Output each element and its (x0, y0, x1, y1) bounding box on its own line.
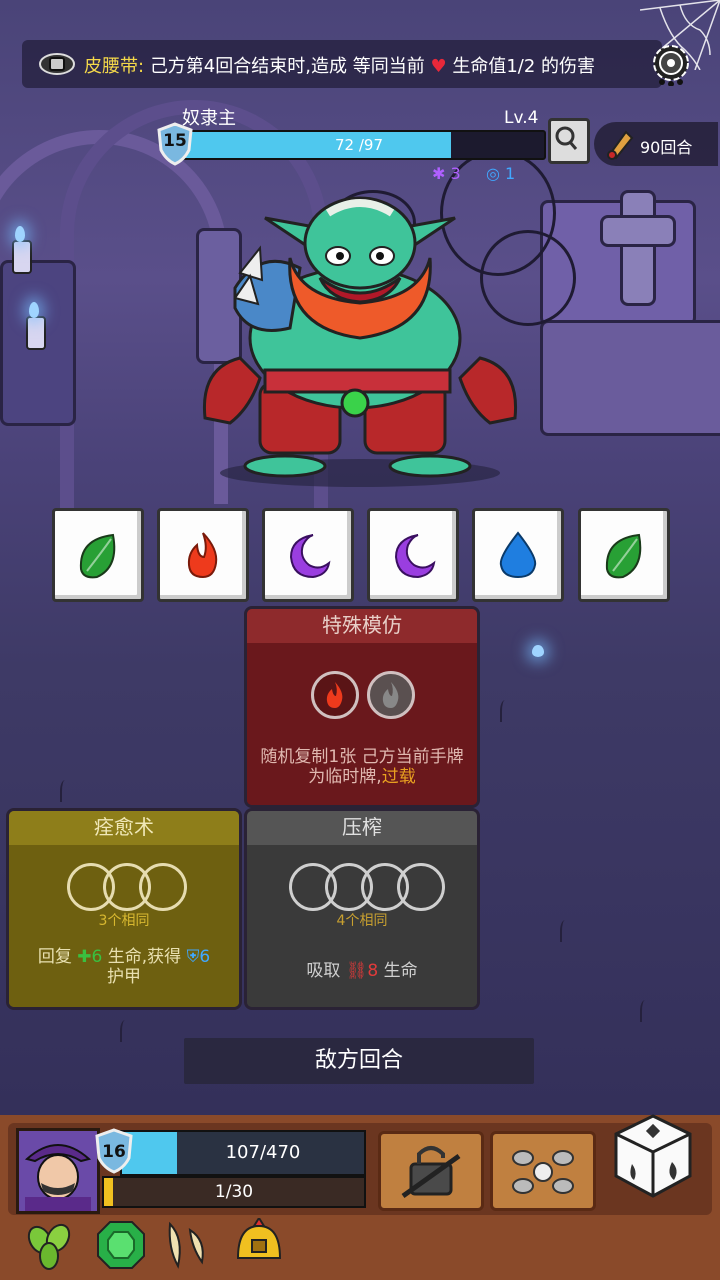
water-drop-icon (499, 531, 537, 579)
die-face[interactable] (367, 508, 459, 602)
dice-slot (139, 863, 187, 911)
fire-slot-icon (311, 671, 359, 719)
heart-icon: ♥ (430, 56, 447, 77)
die-face[interactable] (262, 508, 354, 602)
card-desc-a: 回复 (37, 947, 72, 967)
golden-helmet-relic-icon[interactable] (232, 1216, 286, 1272)
player-xp-bar: 1/30 (102, 1176, 366, 1208)
card-desc-b: 生命 (378, 961, 418, 981)
candle (26, 316, 46, 350)
fire-icon (187, 532, 218, 579)
fire-slot-empty-icon (367, 671, 415, 719)
player-armor-value: 16 (102, 1142, 126, 1162)
lock-dice-button[interactable] (378, 1131, 484, 1211)
card-desc-main: 随机复制1张 己方当前手牌 为临时牌, (260, 747, 464, 787)
grass (60, 780, 70, 802)
player-hp-text: 107/470 (225, 1142, 301, 1163)
enemy-hp-text: 72 /97 (335, 136, 383, 154)
poison-status-value: 3 (450, 164, 461, 183)
tombstone (540, 320, 720, 436)
gear-icon[interactable] (648, 40, 694, 87)
enemy-level: Lv.4 (504, 108, 539, 128)
ability-card-squeeze[interactable]: 压榨 4个相同 吸取 ⛓8 生命 (244, 808, 480, 1010)
card-desc-a: 吸取 (306, 961, 346, 981)
grass (560, 920, 570, 942)
card-desc: 吸取 ⛓8 生命 (251, 961, 473, 981)
card-desc: 随机复制1张 己方当前手牌 为临时牌,过载 (251, 747, 473, 787)
enemy-armor-value: 15 (163, 131, 187, 151)
turn-count-text: 90回合 (640, 138, 693, 157)
card-desc-b: 生命,获得 (102, 947, 182, 967)
candle-flame (15, 226, 25, 242)
player-hp-bar: 107/470 (120, 1130, 366, 1176)
ability-card-heal[interactable]: 痊愈术 3个相同 回复 ✚6 生命,获得 ⛨6 护甲 (6, 808, 242, 1010)
die-face[interactable] (52, 508, 144, 602)
card-requirement: 4个相同 (336, 913, 388, 929)
poison-status: ✱ 3 (432, 164, 461, 183)
candle (12, 240, 32, 274)
target-status-value: 1 (505, 164, 516, 183)
claw-fangs-relic-icon[interactable] (160, 1218, 214, 1272)
roll-dice-button[interactable] (612, 1112, 694, 1200)
blue-flower-glow (532, 645, 544, 657)
card-body: 3个相同 回复 ✚6 生命,获得 ⛨6 护甲 (9, 845, 239, 1007)
ability-card-mimic[interactable]: 特殊模仿 随机复制1张 己方当前手牌 为临时牌,过载 (244, 606, 480, 808)
reroll-dice-button[interactable] (490, 1131, 596, 1211)
card-requirement: 3个相同 (98, 913, 150, 929)
relic-effect-text: 皮腰带: 己方第4回合结束时,造成 等同当前 ♥ 生命值1/2 的伤害 (84, 52, 595, 78)
grass (120, 1020, 130, 1042)
emerald-gem-relic-icon[interactable] (94, 1218, 148, 1272)
enemy-turn-indicator: 敌方回合 (184, 1038, 534, 1084)
grass (500, 700, 510, 722)
card-title: 痊愈术 (9, 811, 239, 845)
card-body: 4个相同 吸取 ⛓8 生命 (247, 845, 477, 1007)
target-status-icon: ◎ (486, 164, 506, 183)
heal-amount: 6 (91, 947, 103, 967)
armor-icon: ⛨ (186, 947, 200, 967)
die-face[interactable] (157, 508, 249, 602)
candle-flame (29, 302, 39, 318)
cross-gravestone (600, 215, 676, 247)
relic-desc-part1: 己方第4回合结束时,造成 等同当前 (149, 56, 425, 77)
grass (640, 1000, 650, 1022)
leaf-icon (79, 533, 116, 579)
enemy-hp-bar: 72 /97 (182, 130, 546, 160)
player-xp-text: 1/30 (214, 1182, 254, 1202)
goblin-slaver-enemy[interactable] (190, 188, 530, 488)
scroll-icon (607, 130, 634, 160)
enemy-info-button[interactable] (548, 118, 590, 164)
die-face[interactable] (578, 508, 670, 602)
armor-amount: 6 (199, 947, 211, 967)
relic-name: 皮腰带: (84, 56, 145, 77)
card-keyword: 过载 (381, 767, 416, 787)
die-face[interactable] (472, 508, 564, 602)
moon-icon (289, 534, 331, 579)
leaf-icon (605, 533, 642, 579)
card-title: 压榨 (247, 811, 477, 845)
player-avatar[interactable] (16, 1128, 100, 1214)
lifesteal-icon: ⛓ (345, 961, 368, 981)
card-title: 特殊模仿 (247, 609, 477, 643)
herb-leaves-relic-icon[interactable] (22, 1218, 76, 1272)
poison-status-icon: ✱ (432, 164, 451, 183)
card-desc: 回复 ✚6 生命,获得 ⛨6 护甲 (13, 947, 235, 987)
heal-cross-icon: ✚ (77, 947, 92, 967)
relic-desc-part2: 生命值1/2 的伤害 (452, 56, 596, 77)
target-status: ◎ 1 (486, 164, 515, 183)
moon-icon (394, 534, 436, 579)
cross-gravestone (620, 190, 656, 306)
card-desc-c: 护甲 (107, 967, 141, 987)
card-body: 随机复制1张 己方当前手牌 为临时牌,过载 (247, 643, 477, 805)
dice-slot (397, 863, 445, 911)
belt-icon (38, 48, 76, 80)
lifesteal-amount: 8 (367, 961, 379, 981)
